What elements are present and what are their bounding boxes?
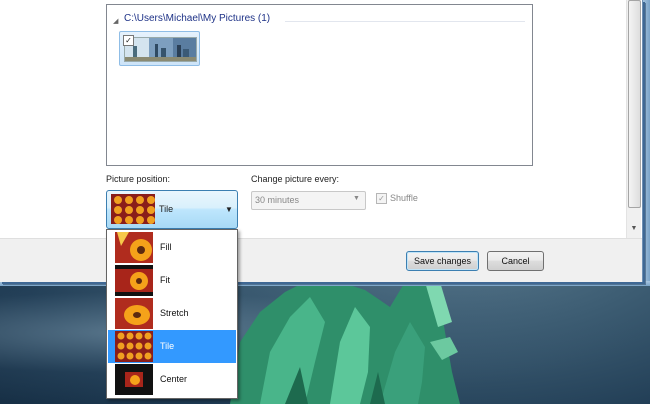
vertical-scrollbar[interactable]: ▼ [626,0,641,238]
flower-center-icon [115,364,153,395]
group-divider [285,21,525,22]
option-label: Tile [160,341,175,351]
city-skyline-thumbnail [124,37,197,62]
picture-checkbox[interactable]: ✓ [123,35,134,46]
option-center[interactable]: Center [108,363,236,396]
statue-of-liberty-image [230,282,460,404]
desktop-background-window: ◢ C:\Users\Michael\My Pictures (1) ✓ Pic… [0,0,643,282]
interval-dropdown[interactable]: 30 minutes ▼ [251,191,366,210]
collapse-triangle-icon[interactable]: ◢ [113,17,118,25]
picture-position-options: Fill Fit Stretch Tile Center [106,229,238,399]
picture-position-label: Picture position: [106,174,171,184]
picture-position-dropdown[interactable]: Tile ▼ [106,190,238,229]
content-area: ◢ C:\Users\Michael\My Pictures (1) ✓ Pic… [0,0,625,238]
option-label: Fill [160,242,172,252]
picture-list[interactable]: ◢ C:\Users\Michael\My Pictures (1) ✓ [106,4,533,166]
shuffle-label[interactable]: Shuffle [390,193,418,203]
folder-group-header[interactable]: C:\Users\Michael\My Pictures (1) [124,13,270,24]
scrollbar-thumb[interactable] [628,0,641,208]
dropdown-arrow-icon: ▼ [353,195,360,202]
option-fit[interactable]: Fit [108,264,236,297]
save-changes-button[interactable]: Save changes [406,251,479,271]
option-label: Center [160,374,188,384]
option-label: Fit [160,275,170,285]
flower-fit-icon [115,265,153,296]
flower-tile-icon [115,331,153,362]
change-picture-label: Change picture every: [251,174,340,184]
option-fill[interactable]: Fill [108,231,236,264]
option-label: Stretch [160,308,189,318]
dropdown-arrow-icon: ▼ [225,205,233,214]
shuffle-checkbox[interactable]: ✓ [376,193,387,204]
interval-value: 30 minutes [255,195,300,205]
scroll-down-arrow-icon[interactable]: ▼ [629,224,639,234]
option-tile[interactable]: Tile [108,330,236,363]
cancel-button[interactable]: Cancel [487,251,544,271]
dialog-footer: Save changes Cancel [0,238,642,282]
flower-tile-icon [111,194,155,224]
option-stretch[interactable]: Stretch [108,297,236,330]
picture-position-value: Tile [159,204,174,214]
picture-thumbnail-item[interactable]: ✓ [119,31,200,66]
flower-fill-icon [115,232,153,263]
window-frame-right [642,0,650,284]
flower-stretch-icon [115,298,153,329]
